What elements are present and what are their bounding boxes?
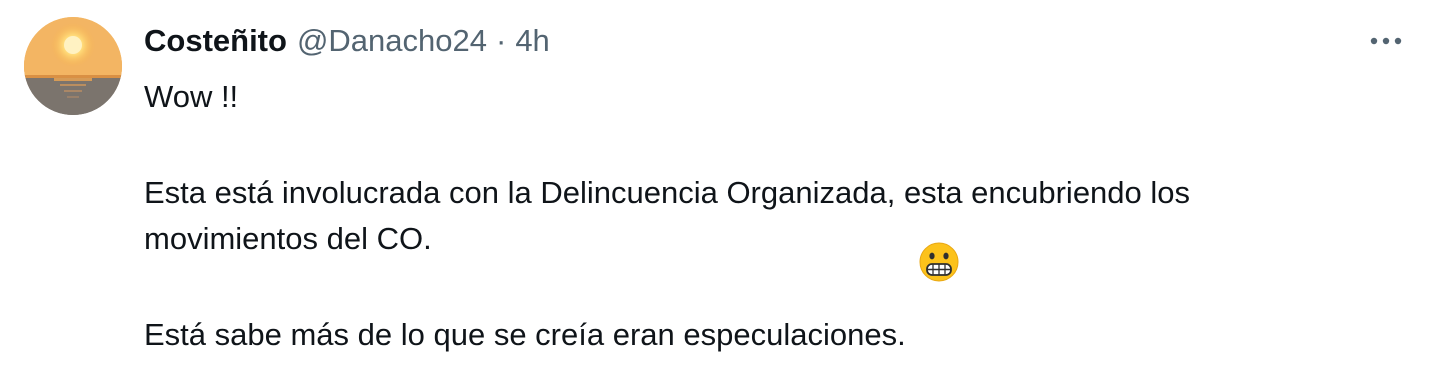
tweet-text-line: Wow !! [144, 79, 239, 114]
tweet[interactable]: Costeñito @Danacho24 · 4h Wow !! Esta es… [0, 0, 1446, 388]
user-handle[interactable]: @Danacho24 [297, 20, 487, 62]
avatar[interactable] [24, 17, 122, 115]
tweet-text-line: movimientos del CO. [144, 221, 432, 256]
tweet-text-line: Está sabe más de lo que se creía eran es… [144, 317, 906, 352]
grimacing-face-emoji [919, 242, 959, 282]
more-horizontal-icon [1370, 37, 1402, 45]
sunset-avatar-image [24, 17, 122, 115]
tweet-text-line: Esta está involucrada con la Delincuenci… [144, 175, 1191, 210]
display-name[interactable]: Costeñito [144, 20, 287, 62]
more-options-button[interactable] [1364, 26, 1408, 56]
separator-dot: · [495, 23, 507, 58]
timestamp[interactable]: 4h [515, 20, 549, 62]
tweet-header: Costeñito @Danacho24 · 4h [144, 20, 550, 62]
